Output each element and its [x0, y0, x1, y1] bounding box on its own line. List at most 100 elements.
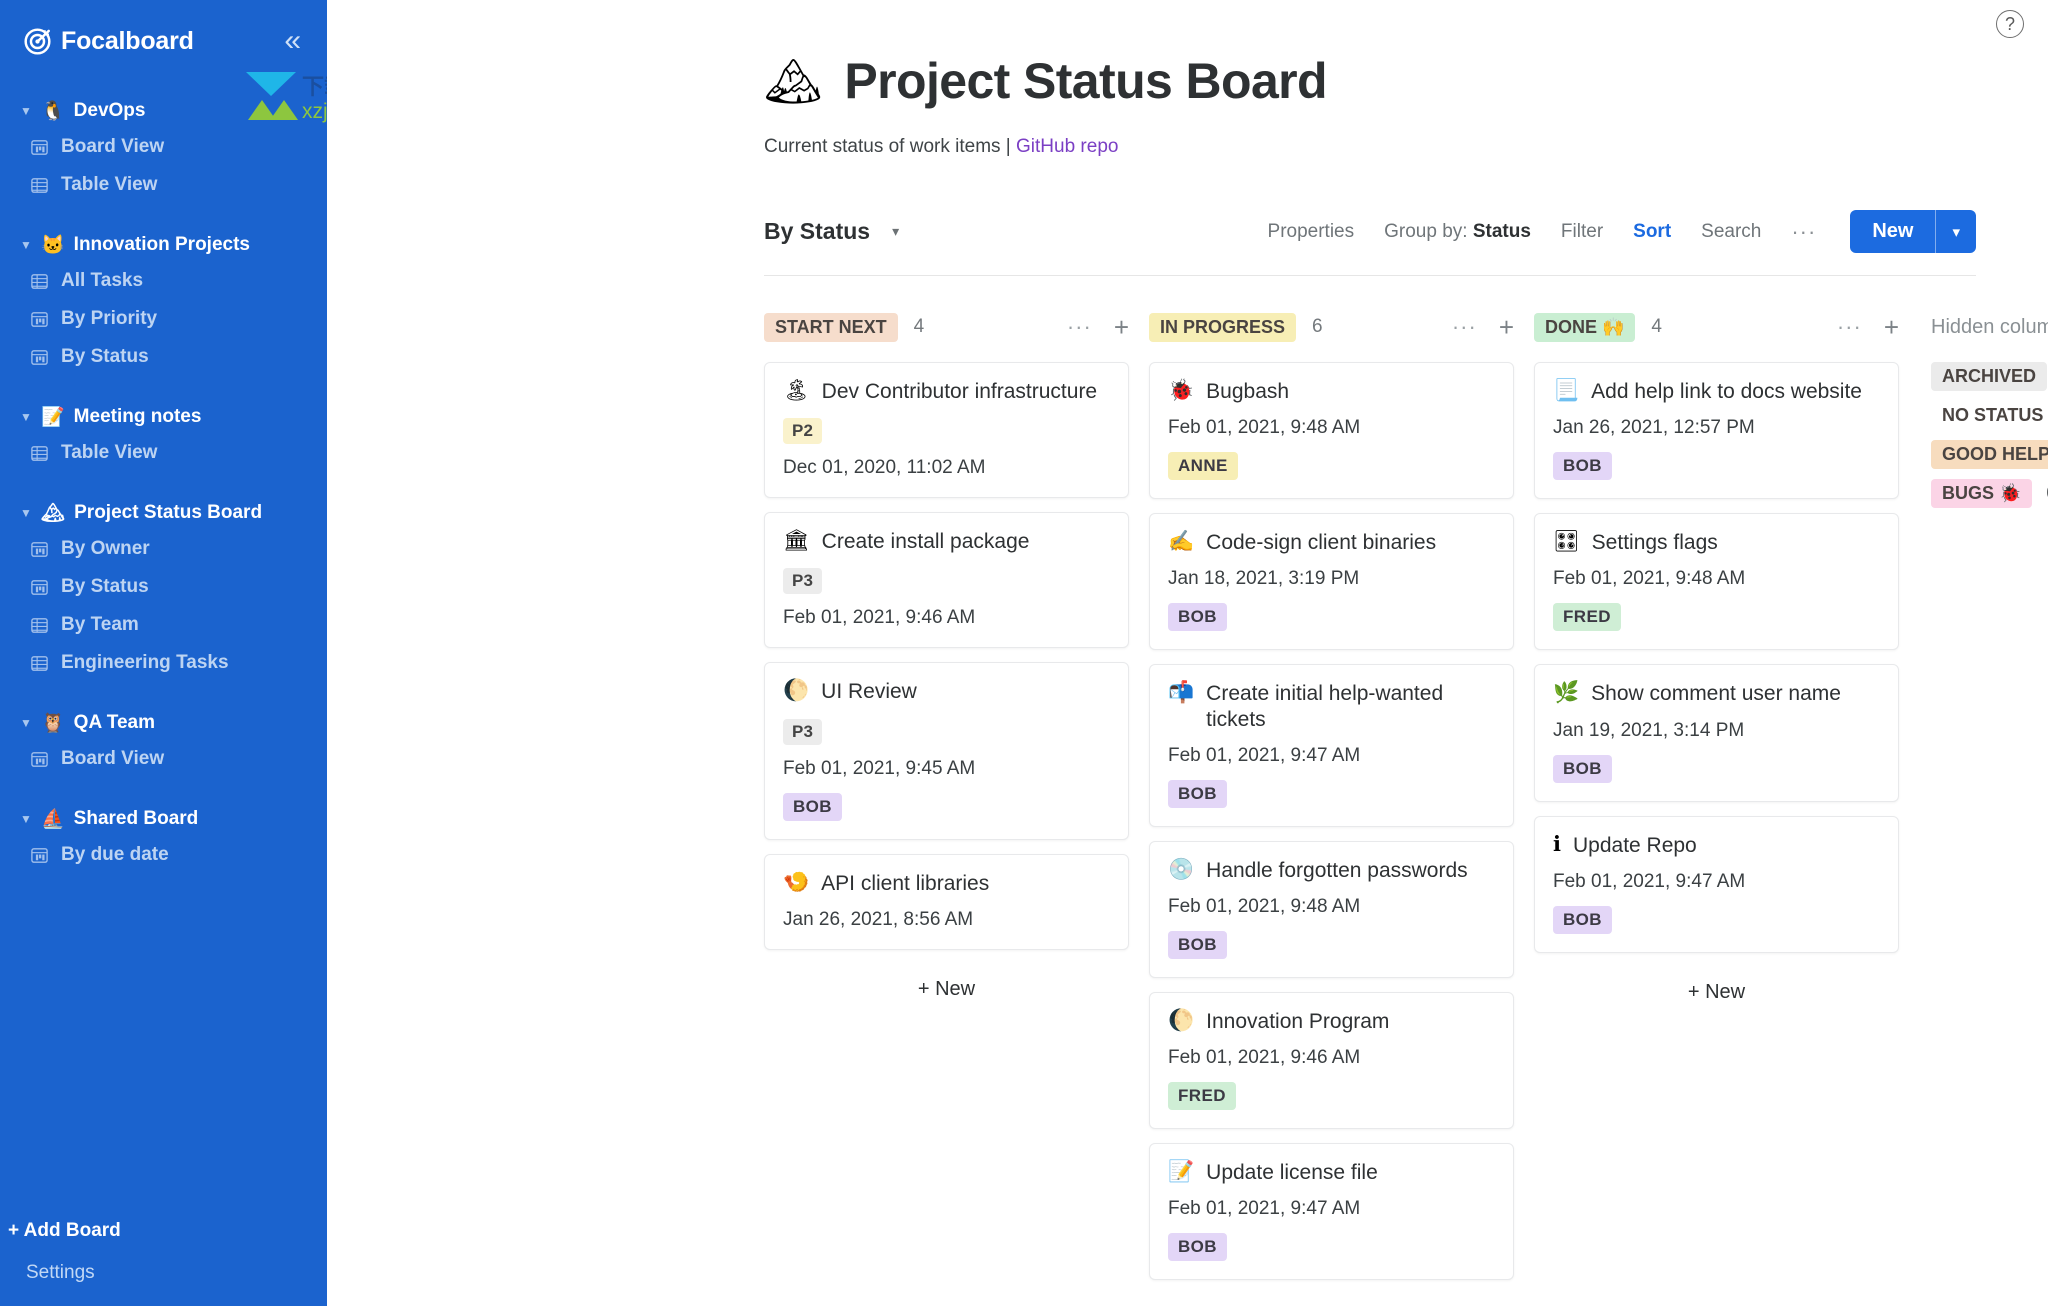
- chevron-down-icon[interactable]: ▼: [20, 716, 32, 730]
- kanban-card[interactable]: 🐞 Bugbash Feb 01, 2021, 9:48 AM ANNE: [1149, 362, 1514, 500]
- card-emoji-icon: 🌔: [1168, 1008, 1195, 1032]
- help-button[interactable]: ?: [1996, 10, 2024, 38]
- kanban-card[interactable]: ℹ Update Repo Feb 01, 2021, 9:47 AM BOB: [1534, 815, 1899, 953]
- kanban-card[interactable]: 💿 Handle forgotten passwords Feb 01, 2021,…: [1149, 840, 1514, 978]
- add-new-card-button[interactable]: + New: [1149, 1294, 1514, 1306]
- card-title: Add help link to docs website: [1591, 380, 1862, 403]
- hidden-column-row[interactable]: No Status16: [1931, 401, 2048, 430]
- sort-button[interactable]: Sort: [1633, 221, 1671, 243]
- sidebar-item-board-view[interactable]: Board View: [0, 740, 327, 778]
- sidebar-group: ▼ 🏔 Project Status Board By Owner By Status B…: [0, 496, 327, 682]
- sidebar-board-project-status-board[interactable]: ▼ 🏔 Project Status Board: [0, 496, 327, 530]
- page-title[interactable]: Project Status Board: [844, 52, 1327, 110]
- card-assignee-badge: BOB: [1168, 930, 1227, 959]
- collapse-sidebar-icon[interactable]: «: [284, 26, 301, 56]
- chevron-down-icon[interactable]: ▼: [20, 238, 32, 252]
- sidebar-item-table-view[interactable]: Table View: [0, 434, 327, 472]
- brand[interactable]: Focalboard: [24, 27, 194, 56]
- group-by-value: Status: [1472, 220, 1531, 242]
- kanban-card[interactable]: 🏝 Dev Contributor infrastructure P2 Dec 01,…: [764, 362, 1129, 499]
- sidebar-item-label: By Status: [61, 346, 149, 367]
- github-repo-link[interactable]: GitHub repo: [1016, 136, 1118, 157]
- column-options-icon[interactable]: ···: [1452, 314, 1477, 340]
- properties-button[interactable]: Properties: [1268, 221, 1355, 243]
- sidebar-board-shared-board[interactable]: ▼ ⛵ Shared Board: [0, 802, 327, 836]
- kanban-card[interactable]: 🌔 UI Review P3 Feb 01, 2021, 9:45 AM BOB: [764, 662, 1129, 840]
- card-title-row: ✍ Code-sign client binaries: [1168, 530, 1495, 555]
- sidebar-board-meeting-notes[interactable]: ▼ 📝 Meeting notes: [0, 400, 327, 434]
- card-emoji-icon: ℹ: [1553, 832, 1561, 856]
- sidebar-item-by-status[interactable]: By Status: [0, 568, 327, 606]
- more-options-icon[interactable]: ···: [1791, 219, 1816, 245]
- sidebar-group: ▼ 🦉 QA Team Board View: [0, 706, 327, 778]
- card-title-row: 🌔 Innovation Program: [1168, 1009, 1495, 1034]
- sidebar-board-label: Meeting notes: [73, 406, 202, 427]
- add-board-button[interactable]: + Add Board: [0, 1210, 327, 1252]
- kanban-card[interactable]: 📃 Add help link to docs website Jan 26, 20…: [1534, 362, 1899, 500]
- sidebar-item-by-due-date[interactable]: By due date: [0, 836, 327, 874]
- kanban-card[interactable]: 📝 Update license file Feb 01, 2021, 9:47 A…: [1149, 1143, 1514, 1281]
- sidebar-group: ▼ ⛵ Shared Board By due date: [0, 802, 327, 874]
- column-options-icon[interactable]: ···: [1837, 314, 1862, 340]
- card-title-row: 🏝 Dev Contributor infrastructure: [783, 379, 1110, 404]
- card-emoji-icon: 🐞: [1168, 379, 1195, 402]
- card-title-row: 📃 Add help link to docs website: [1553, 379, 1880, 404]
- add-new-card-button[interactable]: + New: [764, 964, 1129, 1015]
- column-title-chip[interactable]: In Progress: [1149, 312, 1297, 342]
- kanban-card[interactable]: 🎛 Settings flags Feb 01, 2021, 9:48 AM FRED: [1534, 513, 1899, 651]
- sidebar-item-by-team[interactable]: By Team: [0, 606, 327, 644]
- add-card-icon[interactable]: +: [1884, 312, 1899, 343]
- view-toolbar: By Status ▾ Properties Group by: Status …: [764, 210, 1976, 276]
- add-card-icon[interactable]: +: [1114, 312, 1129, 343]
- sidebar-board-devops[interactable]: ▼ 🐧 DevOps: [0, 94, 327, 128]
- hidden-column-row[interactable]: Archived74: [1931, 362, 2048, 391]
- hidden-column-row[interactable]: Good Help Wanted2: [1931, 440, 2048, 469]
- card-title: Bugbash: [1206, 380, 1290, 403]
- sidebar-item-label: All Tasks: [61, 270, 144, 291]
- card-emoji-icon: 🏝: [783, 379, 810, 402]
- settings-button[interactable]: Settings: [0, 1252, 327, 1288]
- page-title-row: 🏔 Project Status Board: [764, 52, 2048, 110]
- kanban-card[interactable]: 🌔 Innovation Program Feb 01, 2021, 9:46 AM…: [1149, 991, 1514, 1130]
- card-date: Feb 01, 2021, 9:47 AM: [1553, 870, 1746, 892]
- group-by-button[interactable]: Group by: Status: [1384, 221, 1531, 243]
- card-emoji-icon: 🏛: [783, 529, 810, 553]
- card-assignee-badge: BOB: [783, 792, 842, 821]
- chevron-down-icon[interactable]: ▾: [1936, 210, 1976, 253]
- sidebar-item-table-view[interactable]: Table View: [0, 166, 327, 204]
- sidebar-board-qa-team[interactable]: ▼ 🦉 QA Team: [0, 706, 327, 740]
- sidebar-board-innovation-projects[interactable]: ▼ 🐱 Innovation Projects: [0, 228, 327, 262]
- card-title-row: 🌿 Show comment user name: [1553, 681, 1880, 706]
- sidebar-item-engineering-tasks[interactable]: Engineering Tasks: [0, 644, 327, 682]
- chevron-down-icon[interactable]: ▼: [20, 104, 32, 118]
- column-title-chip[interactable]: Start Next: [764, 312, 898, 342]
- add-card-icon[interactable]: +: [1499, 312, 1514, 343]
- kanban-card[interactable]: 🍤 API client libraries Jan 26, 2021, 8:56 …: [764, 853, 1129, 950]
- hidden-column-row[interactable]: Bugs 🐞0: [1931, 479, 2048, 508]
- add-new-card-button[interactable]: + New: [1534, 967, 1899, 1018]
- kanban-card[interactable]: ✍ Code-sign client binaries Jan 18, 2021, …: [1149, 513, 1514, 651]
- kanban-card[interactable]: 🏛 Create install package P3 Feb 01, 2021, 9…: [764, 512, 1129, 649]
- column-options-icon[interactable]: ···: [1067, 314, 1092, 340]
- search-button[interactable]: Search: [1701, 221, 1761, 243]
- board-emoji-icon[interactable]: 🏔: [764, 58, 822, 104]
- sidebar-item-all-tasks[interactable]: All Tasks: [0, 262, 327, 300]
- chevron-down-icon[interactable]: ▼: [20, 410, 32, 424]
- sidebar-item-by-priority[interactable]: By Priority: [0, 300, 327, 338]
- chevron-down-icon[interactable]: ▼: [20, 812, 32, 826]
- hidden-columns-header: Hidden columns+ Add a group: [1931, 310, 2048, 344]
- focalboard-logo-icon: [24, 27, 51, 55]
- kanban-card[interactable]: 🌿 Show comment user name Jan 19, 2021, 3:1…: [1534, 664, 1899, 802]
- sidebar-item-by-owner[interactable]: By Owner: [0, 530, 327, 568]
- table-view-icon: [31, 273, 48, 289]
- view-selector[interactable]: By Status ▾: [764, 218, 899, 245]
- sidebar-item-by-status[interactable]: By Status: [0, 338, 327, 376]
- hidden-column-chip: Good Help Wanted: [1931, 440, 2048, 469]
- filter-button[interactable]: Filter: [1561, 221, 1603, 243]
- kanban-card[interactable]: 📬 Create initial help-wanted tickets Feb 0…: [1149, 664, 1514, 827]
- board-emoji-icon: 🐱: [41, 234, 65, 256]
- chevron-down-icon[interactable]: ▼: [20, 506, 32, 520]
- column-title-chip[interactable]: Done 🙌: [1534, 312, 1636, 342]
- new-card-button[interactable]: New ▾: [1850, 210, 1976, 253]
- sidebar-item-board-view[interactable]: Board View: [0, 128, 327, 166]
